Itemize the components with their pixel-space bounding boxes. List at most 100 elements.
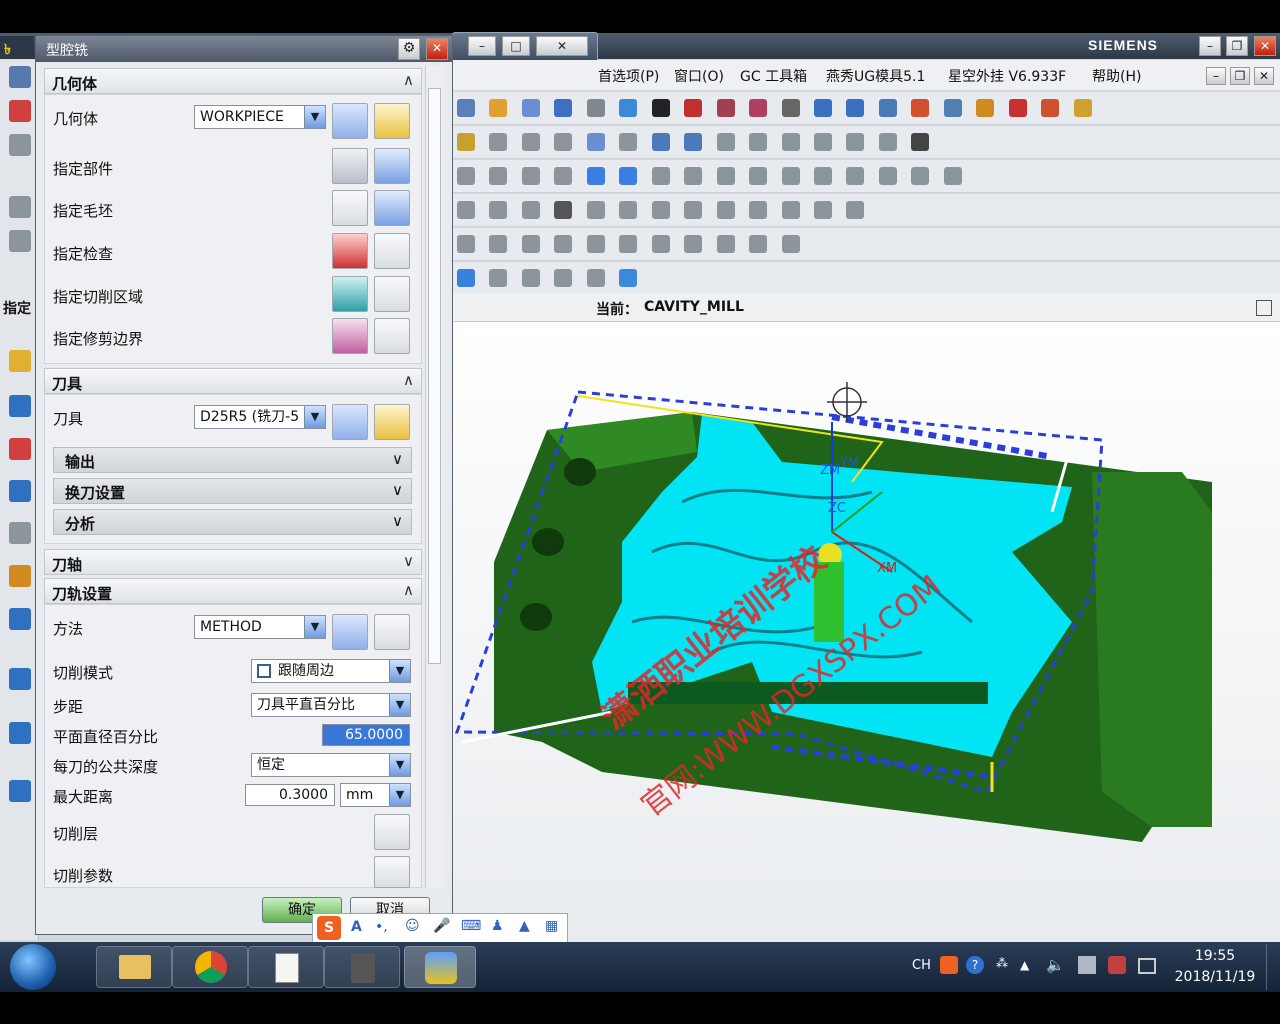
export-icon[interactable] <box>781 201 800 219</box>
ime-mode-icon[interactable]: A <box>351 919 362 935</box>
extend-icon[interactable] <box>749 133 768 151</box>
analysis-icon[interactable] <box>976 99 995 117</box>
start-button[interactable] <box>10 944 56 990</box>
fillet-icon[interactable] <box>813 133 832 151</box>
taskbar-explorer[interactable] <box>96 946 172 988</box>
curve-icon[interactable] <box>489 133 508 151</box>
specify-blank-button[interactable] <box>332 190 368 226</box>
network-icon[interactable] <box>1108 956 1126 974</box>
main-close-button[interactable]: ✕ <box>1254 36 1276 56</box>
main-restore-button[interactable]: ❐ <box>1226 36 1248 56</box>
dialog-scrollbar[interactable] <box>425 66 444 888</box>
tray-overflow-icon[interactable]: ⁂ <box>996 956 1008 970</box>
input-language-indicator[interactable]: CH <box>912 958 931 973</box>
ime-skin-icon[interactable]: ▲ <box>519 918 530 934</box>
edit-geometry-wrench-icon[interactable] <box>374 103 410 139</box>
machine-nav-icon[interactable] <box>9 395 31 417</box>
zoom-icon[interactable] <box>586 99 605 117</box>
pin-icon[interactable] <box>619 235 638 253</box>
dialog-close-button[interactable]: ✕ <box>426 38 448 60</box>
operation-nav-icon[interactable] <box>9 350 31 372</box>
tool-axis-section-header[interactable]: 刀轴 ∨ <box>44 549 422 575</box>
arc-icon[interactable] <box>554 133 573 151</box>
menu-help[interactable]: 帮助(H) <box>1092 66 1141 86</box>
show-desktop-button[interactable] <box>1266 944 1279 990</box>
common-depth-select[interactable]: 恒定 ▼ <box>251 753 411 777</box>
menu-xingkong-plugin[interactable]: 星空外挂 V6.933F <box>948 66 1066 86</box>
draft-icon[interactable] <box>781 167 800 185</box>
import-icon[interactable] <box>813 201 832 219</box>
menu-window[interactable]: 窗口(O) <box>674 66 724 86</box>
palette-icon[interactable] <box>9 230 31 252</box>
point-icon[interactable] <box>586 133 605 151</box>
boss-icon[interactable] <box>554 167 573 185</box>
select-filter-icon[interactable] <box>521 99 540 117</box>
navigator-icon[interactable] <box>9 66 31 88</box>
sketch-icon[interactable] <box>457 133 475 151</box>
cross-icon[interactable] <box>489 201 508 219</box>
ime-punct-icon[interactable]: •, <box>375 919 388 935</box>
hammer-icon[interactable] <box>554 269 573 287</box>
sew-icon[interactable] <box>878 167 897 185</box>
wireframe-icon[interactable] <box>716 99 735 117</box>
shading-icon[interactable] <box>651 99 670 117</box>
blend-icon[interactable] <box>749 167 768 185</box>
mirror-icon[interactable] <box>781 133 800 151</box>
dialog-settings-gear-icon[interactable]: ⚙ <box>398 38 420 60</box>
float-close-button[interactable]: ✕ <box>536 36 588 56</box>
text-icon[interactable] <box>457 201 475 219</box>
pan-icon[interactable] <box>846 99 865 117</box>
specify-check-button[interactable] <box>332 233 368 269</box>
trim-icon[interactable] <box>716 133 735 151</box>
new-geometry-button[interactable] <box>332 103 368 139</box>
flat-diameter-percent-input[interactable]: 65.0000 <box>322 724 410 746</box>
output-subsection[interactable]: 输出 ∨ <box>53 447 412 473</box>
array-icon[interactable] <box>554 201 573 219</box>
stepover-select[interactable]: 刀具平直百分比 ▼ <box>251 693 411 717</box>
system-clock[interactable]: 19:55 2018/11/19 <box>1170 946 1260 988</box>
new-tool-button[interactable] <box>332 404 368 440</box>
float-minimize-button[interactable]: – <box>468 36 496 56</box>
cube-view-icon[interactable] <box>619 99 638 117</box>
csys-icon[interactable] <box>651 201 670 219</box>
patch-icon[interactable] <box>943 167 962 185</box>
unite-icon[interactable] <box>651 167 670 185</box>
wcs-icon[interactable] <box>911 99 930 117</box>
geometry-select[interactable]: WORKPIECE ▼ <box>194 105 326 129</box>
select-icon[interactable] <box>651 133 670 151</box>
specify-trim-boundary-button[interactable] <box>332 318 368 354</box>
system-icon[interactable] <box>9 196 31 218</box>
display-cut-area-flashlight-icon[interactable] <box>374 276 410 312</box>
geometry-section-header[interactable]: 几何体 ∧ <box>44 68 422 94</box>
float-maximize-button[interactable]: □ <box>502 36 530 56</box>
taskbar-notepad[interactable] <box>248 946 324 988</box>
measure-icon[interactable] <box>943 99 962 117</box>
method-select[interactable]: METHOD ▼ <box>194 615 326 639</box>
arrow-icon[interactable] <box>684 133 703 151</box>
intersect-icon[interactable] <box>716 167 735 185</box>
doc-close-button[interactable]: ✕ <box>1254 67 1274 85</box>
link-icon[interactable] <box>651 235 670 253</box>
grid-icon[interactable] <box>586 167 605 185</box>
gear-icon[interactable] <box>521 269 540 287</box>
frame-icon[interactable] <box>781 99 800 117</box>
rotate-icon[interactable] <box>813 99 832 117</box>
specify-cut-area-button[interactable] <box>332 276 368 312</box>
analysis-subsection[interactable]: 分析 ∨ <box>53 509 412 535</box>
volume-icon[interactable]: 🔈 <box>1046 956 1065 974</box>
max-distance-unit-select[interactable]: mm ▼ <box>340 783 411 807</box>
program-order-icon[interactable] <box>9 438 31 460</box>
sweep-icon[interactable] <box>684 201 703 219</box>
render-icon[interactable] <box>684 99 703 117</box>
clock-icon[interactable] <box>9 780 31 802</box>
layer-icon[interactable] <box>878 99 897 117</box>
menu-gc-toolbox[interactable]: GC 工具箱 <box>740 66 807 86</box>
max-distance-input[interactable]: 0.3000 <box>245 784 335 806</box>
doc-icon[interactable] <box>9 722 31 744</box>
display-trim-boundary-flashlight-icon[interactable] <box>374 318 410 354</box>
upload-icon[interactable] <box>781 235 800 253</box>
axis-icon[interactable] <box>619 201 638 219</box>
sogou-logo-icon[interactable]: S <box>317 916 341 940</box>
sogou-tray-icon[interactable] <box>940 956 958 974</box>
tool-view-icon[interactable] <box>9 565 31 587</box>
